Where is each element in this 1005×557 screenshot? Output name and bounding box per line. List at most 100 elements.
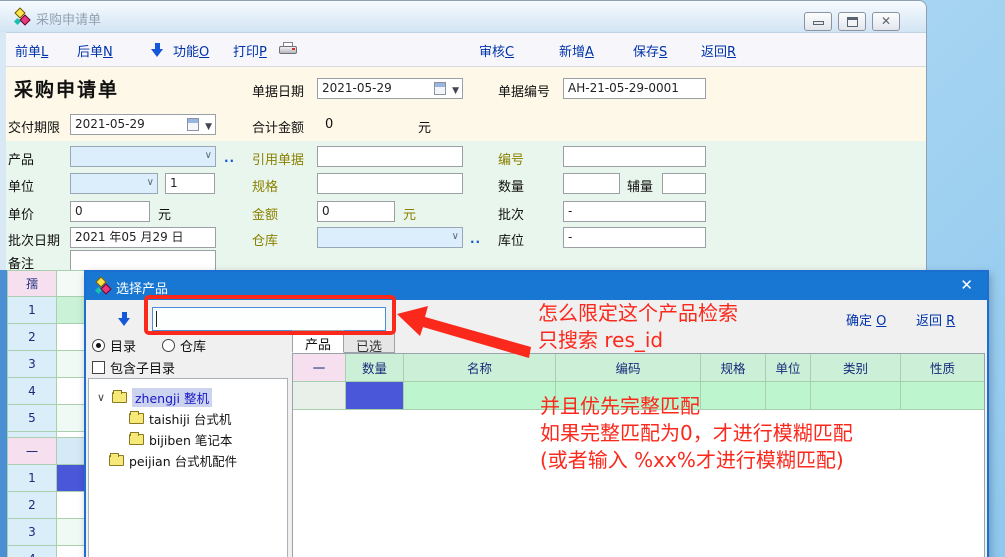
minimize-button[interactable]: [804, 12, 832, 31]
grid-row[interactable]: 2: [7, 492, 85, 519]
batch-label: 批次: [498, 204, 524, 223]
qty-field[interactable]: [563, 173, 620, 194]
chevron-down-icon: ∨: [452, 231, 459, 242]
batch-field[interactable]: -: [563, 201, 706, 222]
chevron-down-icon: ∨: [147, 177, 154, 188]
note-field[interactable]: [70, 250, 216, 271]
tree-item-taishiji[interactable]: taishiji 台式机: [89, 408, 287, 429]
grid-row[interactable]: 4: [7, 378, 85, 405]
close-icon: ✕: [873, 14, 899, 28]
radio-selected-icon: [92, 339, 105, 352]
window-left-edge-lower: [0, 270, 7, 557]
print-button[interactable]: 打印P: [233, 41, 267, 60]
tree-item-zhengji[interactable]: ∨ zhengji 整机: [89, 387, 287, 408]
doc-date-label: 单据日期: [252, 81, 304, 100]
total-amount-unit: 元: [418, 117, 431, 136]
text-caret: [156, 311, 157, 327]
save-button[interactable]: 保存S: [633, 41, 667, 60]
folder-icon: [109, 455, 124, 466]
total-amount-label: 合计金额: [252, 117, 304, 136]
function-down-arrow-icon: [151, 43, 164, 57]
radio-catalog[interactable]: 目录: [92, 336, 136, 355]
chevron-down-icon[interactable]: ▼: [205, 120, 212, 135]
ref-doc-field[interactable]: [317, 146, 463, 167]
calendar-icon: [187, 118, 199, 131]
unit-combobox[interactable]: ∨: [70, 173, 158, 194]
window-left-edge: [0, 32, 6, 270]
next-doc-button[interactable]: 后单N: [77, 41, 113, 60]
product-search-input[interactable]: [152, 307, 386, 331]
code-field[interactable]: [563, 146, 706, 167]
product-more-link[interactable]: ..: [224, 151, 235, 165]
location-label: 库位: [498, 230, 524, 249]
doc-date-field[interactable]: 2021-05-29 ▼: [317, 78, 463, 99]
prev-doc-button[interactable]: 前单L: [15, 41, 48, 60]
grid-header-row: 孺: [7, 270, 85, 297]
chevron-down-icon: ∨: [205, 150, 212, 161]
audit-button[interactable]: 审核C: [479, 41, 514, 60]
tree-item-peijian[interactable]: peijian 台式机配件: [89, 450, 287, 471]
product-label: 产品: [8, 149, 34, 168]
form-title: 采购申请单: [14, 75, 119, 102]
printer-icon[interactable]: [279, 42, 297, 56]
grid-row[interactable]: 5: [7, 405, 85, 432]
close-button[interactable]: ✕: [872, 12, 900, 31]
dialog-return-button[interactable]: 返回 R: [916, 310, 955, 329]
grid-row[interactable]: 3: [7, 519, 85, 546]
batch-date-label: 批次日期: [8, 230, 60, 249]
grid-row[interactable]: 3: [7, 351, 85, 378]
dialog-icon: [95, 277, 112, 294]
select-product-dialog: 选择产品 ✕ 确定 O 返回 R 目录 仓库 包含子目录 ∨ zhengji 整…: [84, 270, 989, 557]
price-label: 单价: [8, 204, 34, 223]
location-field[interactable]: -: [563, 227, 706, 248]
grid-row[interactable]: 1: [7, 297, 85, 324]
aux-qty-field[interactable]: [662, 173, 706, 194]
checkbox-icon: [92, 361, 105, 374]
warehouse-combobox[interactable]: ∨: [317, 227, 463, 248]
window-titlebar[interactable]: 采购申请单 ✕: [0, 1, 926, 33]
search-down-arrow-icon[interactable]: [118, 312, 131, 326]
annotation-line-2: 只搜索 res_id: [538, 324, 663, 353]
spec-field[interactable]: [317, 173, 463, 194]
unit-factor-field[interactable]: 1: [165, 173, 215, 194]
amount-field[interactable]: 0: [317, 201, 395, 222]
warehouse-more-link[interactable]: ..: [470, 232, 481, 246]
radio-warehouse[interactable]: 仓库: [162, 336, 206, 355]
doc-no-field[interactable]: AH-21-05-29-0001: [563, 78, 706, 99]
tree-item-bijiben[interactable]: bijiben 笔记本: [89, 429, 287, 450]
desktop: 采购申请单 ✕ 前单L 后单N 功能O 打印P 审核C 新增A 保存S 返回R …: [0, 0, 1005, 557]
dialog-titlebar[interactable]: 选择产品 ✕: [86, 272, 987, 300]
maximize-button[interactable]: [838, 12, 866, 31]
annotation-line-5: (或者输入 %xx%才进行模糊匹配): [540, 444, 844, 473]
chevron-expanded-icon[interactable]: ∨: [95, 391, 107, 404]
product-combobox[interactable]: ∨: [70, 146, 216, 167]
qty-label: 数量: [498, 176, 524, 195]
dialog-close-icon[interactable]: ✕: [960, 276, 973, 294]
deliver-date-label: 交付期限: [8, 117, 60, 136]
grid-row[interactable]: 4: [7, 546, 85, 557]
include-subdir-checkbox[interactable]: 包含子目录: [92, 358, 175, 377]
category-tree: ∨ zhengji 整机 taishiji 台式机 bijiben 笔记本 pe…: [88, 378, 288, 557]
add-button[interactable]: 新增A: [559, 41, 594, 60]
grid-row[interactable]: 1: [7, 465, 85, 492]
grid-header-row-2: 一: [7, 438, 85, 465]
aux-qty-label: 辅量: [627, 176, 653, 195]
grid-row[interactable]: 2: [7, 324, 85, 351]
total-amount-value: 0: [325, 117, 333, 132]
price-unit: 元: [158, 204, 171, 223]
radio-unselected-icon: [162, 339, 175, 352]
open-folder-icon: [112, 392, 127, 403]
folder-icon: [129, 434, 144, 445]
ref-doc-label: 引用单据: [252, 149, 304, 168]
batch-date-field[interactable]: 2021 年05 月29 日: [70, 227, 216, 248]
tab-selected[interactable]: 已选: [344, 332, 395, 353]
deliver-date-field[interactable]: 2021-05-29 ▼: [70, 114, 216, 135]
function-button[interactable]: 功能O: [173, 41, 209, 60]
tab-product[interactable]: 产品: [292, 330, 344, 353]
dialog-ok-button[interactable]: 确定 O: [846, 310, 886, 329]
return-button[interactable]: 返回R: [701, 41, 736, 60]
chevron-down-icon[interactable]: ▼: [452, 84, 459, 99]
price-field[interactable]: 0: [70, 201, 150, 222]
maximize-icon: [847, 17, 858, 27]
window-title: 采购申请单: [36, 9, 101, 28]
